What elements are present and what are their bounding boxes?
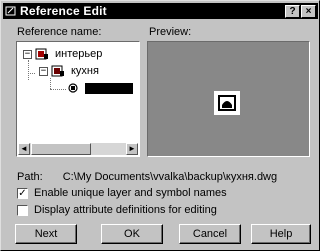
path-label: Path: [17,171,43,183]
preview-label: Preview: [149,26,192,38]
scroll-thumb[interactable] [31,143,91,155]
tree-item-kitchen[interactable]: − кухня [39,65,101,77]
display-attribute-definitions-label: Display attribute definitions for editin… [34,204,217,216]
tree-item-label: интерьер [55,48,103,60]
tree-item-interior[interactable]: − интерьер [23,48,104,60]
tree-item-label [85,82,133,94]
close-button[interactable]: × [301,4,316,18]
tree-item-label: кухня [71,65,99,77]
path-value: C:\My Documents\vvalka\backup\кухня.dwg [62,171,278,183]
enable-unique-names-label: Enable unique layer and symbol names [34,187,227,199]
reference-name-label: Reference name: [17,26,102,38]
tree-connector [50,78,51,89]
reference-tree[interactable]: − интерьер − кухня ◄ ► [16,41,140,157]
block-preview-icon [214,91,240,115]
cancel-button[interactable]: Cancel [179,224,241,244]
tree-horizontal-scrollbar[interactable]: ◄ ► [18,143,138,155]
window-title: Reference Edit [20,4,107,18]
tree-item-selected-block[interactable] [67,82,133,94]
scroll-left-arrow-icon[interactable]: ◄ [18,143,30,155]
enable-unique-names-option[interactable]: ✓ Enable unique layer and symbol names [17,187,227,199]
preview-pane [147,41,310,157]
title-bar[interactable]: Reference Edit ? × [3,3,318,19]
next-button[interactable]: Next [15,224,77,244]
display-attribute-definitions-checkbox[interactable] [17,204,28,216]
collapse-icon[interactable]: − [23,49,32,59]
collapse-icon[interactable]: − [39,66,48,76]
tree-connector [28,60,29,80]
help-button[interactable]: Help [251,224,311,244]
block-icon [51,65,65,77]
scroll-right-arrow-icon[interactable]: ► [126,143,138,155]
block-reference-icon [67,82,81,94]
reference-edit-dialog: Reference Edit ? × Reference name: Previ… [0,0,320,251]
tree-connector [50,89,66,90]
enable-unique-names-checkbox[interactable]: ✓ [17,187,28,199]
drawing-icon [35,48,49,60]
help-title-button[interactable]: ? [285,4,300,18]
app-icon [5,5,17,17]
tree-connector [28,73,35,74]
ok-button[interactable]: OK [101,224,163,244]
path-row: Path: C:\My Documents\vvalka\backup\кухн… [17,171,277,183]
display-attribute-definitions-option[interactable]: Display attribute definitions for editin… [17,204,217,216]
